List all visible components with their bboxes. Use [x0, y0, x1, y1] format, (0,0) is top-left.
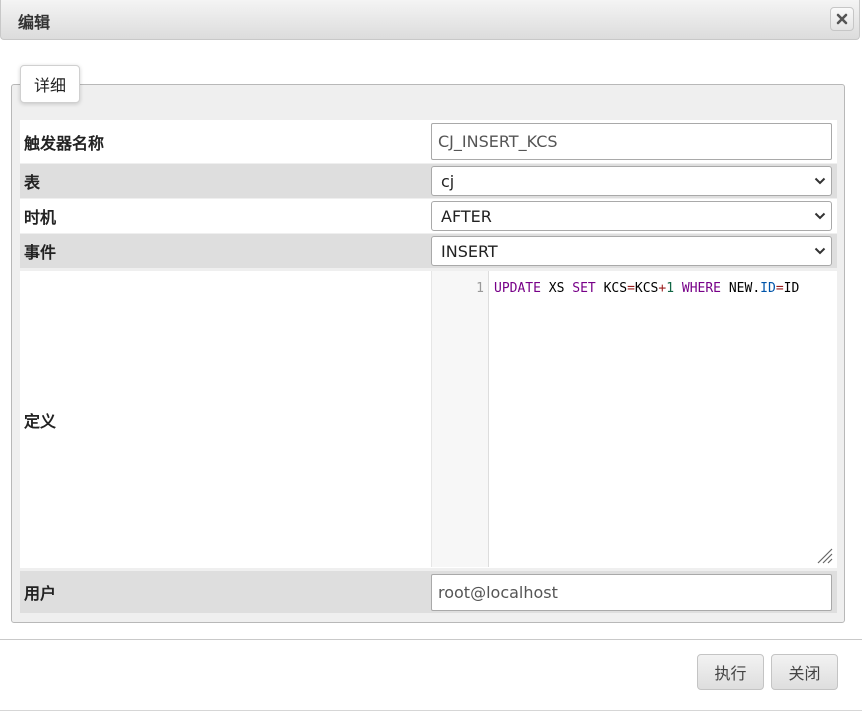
chevron-down-icon — [814, 177, 826, 185]
chevron-down-icon — [814, 247, 826, 255]
user-input[interactable] — [431, 574, 832, 611]
table-select[interactable]: cj — [431, 166, 832, 196]
code-token: XS — [540, 281, 573, 296]
code-token: = — [775, 281, 784, 296]
code-token: NEW. — [721, 281, 761, 296]
code-token: UPDATE — [494, 281, 541, 296]
definition-code-editor[interactable]: 1 UPDATE XS SET KCS=KCS+1 WHERE NEW.ID=I… — [431, 271, 837, 567]
trigger-name-input[interactable] — [431, 123, 832, 160]
row-definition: 定义 1 UPDATE XS SET KCS=KCS+1 WHERE NEW.I… — [20, 271, 837, 568]
code-token: 1 — [666, 281, 675, 296]
dialog-title: 编辑 — [18, 13, 51, 32]
trigger-name-label: 触发器名称 — [24, 133, 105, 153]
row-event: 事件 INSERT — [20, 234, 837, 268]
code-token: KCS — [595, 281, 628, 296]
row-user: 用户 — [20, 571, 837, 613]
timing-select-value: AFTER — [441, 207, 492, 226]
close-icon — [836, 13, 848, 25]
footer-divider — [0, 639, 862, 640]
dialog-titlebar: 编辑 — [0, 0, 860, 40]
resize-handle-icon[interactable] — [815, 546, 833, 564]
timing-label: 时机 — [24, 208, 57, 227]
code-token: SET — [572, 281, 596, 296]
row-table: 表 cj — [20, 164, 837, 198]
code-token: ID — [760, 281, 776, 296]
event-label: 事件 — [24, 243, 57, 262]
details-legend: 详细 — [20, 65, 80, 103]
event-select-value: INSERT — [441, 242, 498, 261]
user-label: 用户 — [24, 584, 57, 603]
line-number: 1 — [476, 281, 484, 296]
definition-label: 定义 — [24, 411, 57, 431]
event-select[interactable]: INSERT — [431, 236, 832, 266]
code-token: WHERE — [681, 281, 722, 296]
table-label: 表 — [24, 173, 41, 192]
close-dialog-button[interactable]: 关闭 — [771, 654, 838, 690]
timing-select[interactable]: AFTER — [431, 201, 832, 231]
editor-gutter: 1 — [432, 271, 489, 567]
row-timing: 时机 AFTER — [20, 199, 837, 233]
code-token: = — [627, 281, 635, 296]
execute-button[interactable]: 执行 — [697, 654, 764, 690]
row-trigger-name: 触发器名称 — [20, 120, 837, 163]
code-token: KCS — [634, 281, 659, 296]
close-button[interactable] — [830, 7, 854, 31]
code-token: ID — [783, 281, 800, 296]
chevron-down-icon — [814, 212, 826, 220]
table-select-value: cj — [441, 172, 455, 191]
code-line[interactable]: UPDATE XS SET KCS=KCS+1 WHERE NEW.ID=ID — [494, 281, 799, 296]
